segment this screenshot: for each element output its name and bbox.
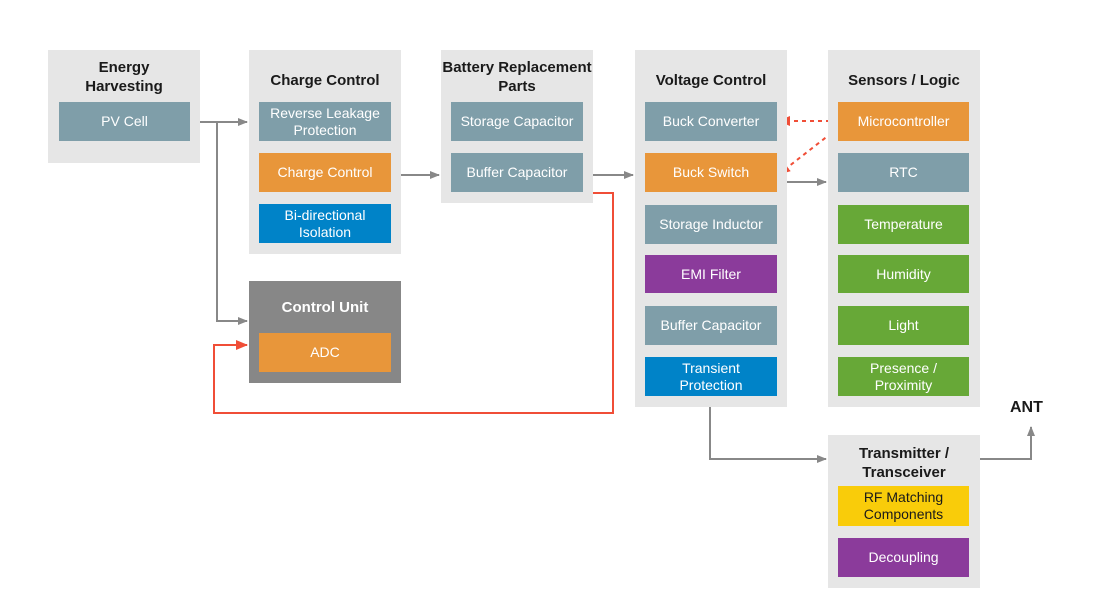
group-sensors-logic: Sensors / Logic Microcontroller RTC Temp… — [828, 50, 980, 407]
block-humidity[interactable]: Humidity — [838, 255, 969, 293]
group-title: Battery Replacement Parts — [442, 59, 592, 95]
group-transmitter: Transmitter / Transceiver RF Matching Co… — [828, 435, 980, 588]
block-bidirectional-isolation[interactable]: Bi-directional Isolation — [259, 204, 391, 243]
block-buffer-capacitor[interactable]: Buffer Capacitor — [645, 306, 777, 345]
block-pv-cell[interactable]: PV Cell — [59, 102, 190, 141]
group-title: Charge Control — [270, 72, 380, 89]
arrow-voltage-to-tx — [709, 407, 827, 463]
arrow-pv-to-control — [216, 122, 248, 325]
group-title: Control Unit — [281, 299, 369, 316]
arrow-tx-to-ant — [980, 426, 1035, 460]
block-microcontroller[interactable]: Microcontroller — [838, 102, 969, 141]
block-temperature[interactable]: Temperature — [838, 205, 969, 244]
group-title: Transmitter / Transceiver — [858, 445, 950, 481]
block-rtc[interactable]: RTC — [838, 153, 969, 192]
block-rf-matching[interactable]: RF Matching Components — [838, 486, 969, 526]
block-buck-switch[interactable]: Buck Switch — [645, 153, 777, 192]
block-storage-capacitor[interactable]: Storage Capacitor — [451, 102, 583, 141]
block-reverse-leakage[interactable]: Reverse Leakage Protection — [259, 102, 391, 141]
block-adc[interactable]: ADC — [259, 333, 391, 372]
block-light[interactable]: Light — [838, 306, 969, 345]
block-presence-proximity[interactable]: Presence / Proximity — [838, 357, 969, 396]
group-voltage-control: Voltage Control Buck Converter Buck Swit… — [635, 50, 787, 407]
block-storage-inductor[interactable]: Storage Inductor — [645, 205, 777, 244]
group-charge-control: Charge Control Reverse Leakage Protectio… — [249, 50, 401, 254]
group-battery-replacement: Battery Replacement Parts Storage Capaci… — [441, 50, 593, 203]
block-transient-protection[interactable]: Transient Protection — [645, 357, 777, 396]
group-title: Sensors / Logic — [848, 72, 960, 89]
antenna-label: ANT — [1010, 399, 1043, 416]
group-title: Energy Harvesting — [85, 59, 163, 95]
group-title: Voltage Control — [655, 72, 767, 89]
block-buffer-capacitor[interactable]: Buffer Capacitor — [451, 153, 583, 192]
block-charge-control[interactable]: Charge Control — [259, 153, 391, 192]
block-emi-filter[interactable]: EMI Filter — [645, 255, 777, 293]
group-control-unit: Control Unit ADC — [249, 281, 401, 383]
group-energy-harvesting: Energy Harvesting PV Cell — [48, 50, 200, 163]
block-buck-converter[interactable]: Buck Converter — [645, 102, 777, 141]
block-diagram: Energy Harvesting PV Cell Charge Control… — [0, 0, 1100, 600]
block-decoupling[interactable]: Decoupling — [838, 538, 969, 577]
